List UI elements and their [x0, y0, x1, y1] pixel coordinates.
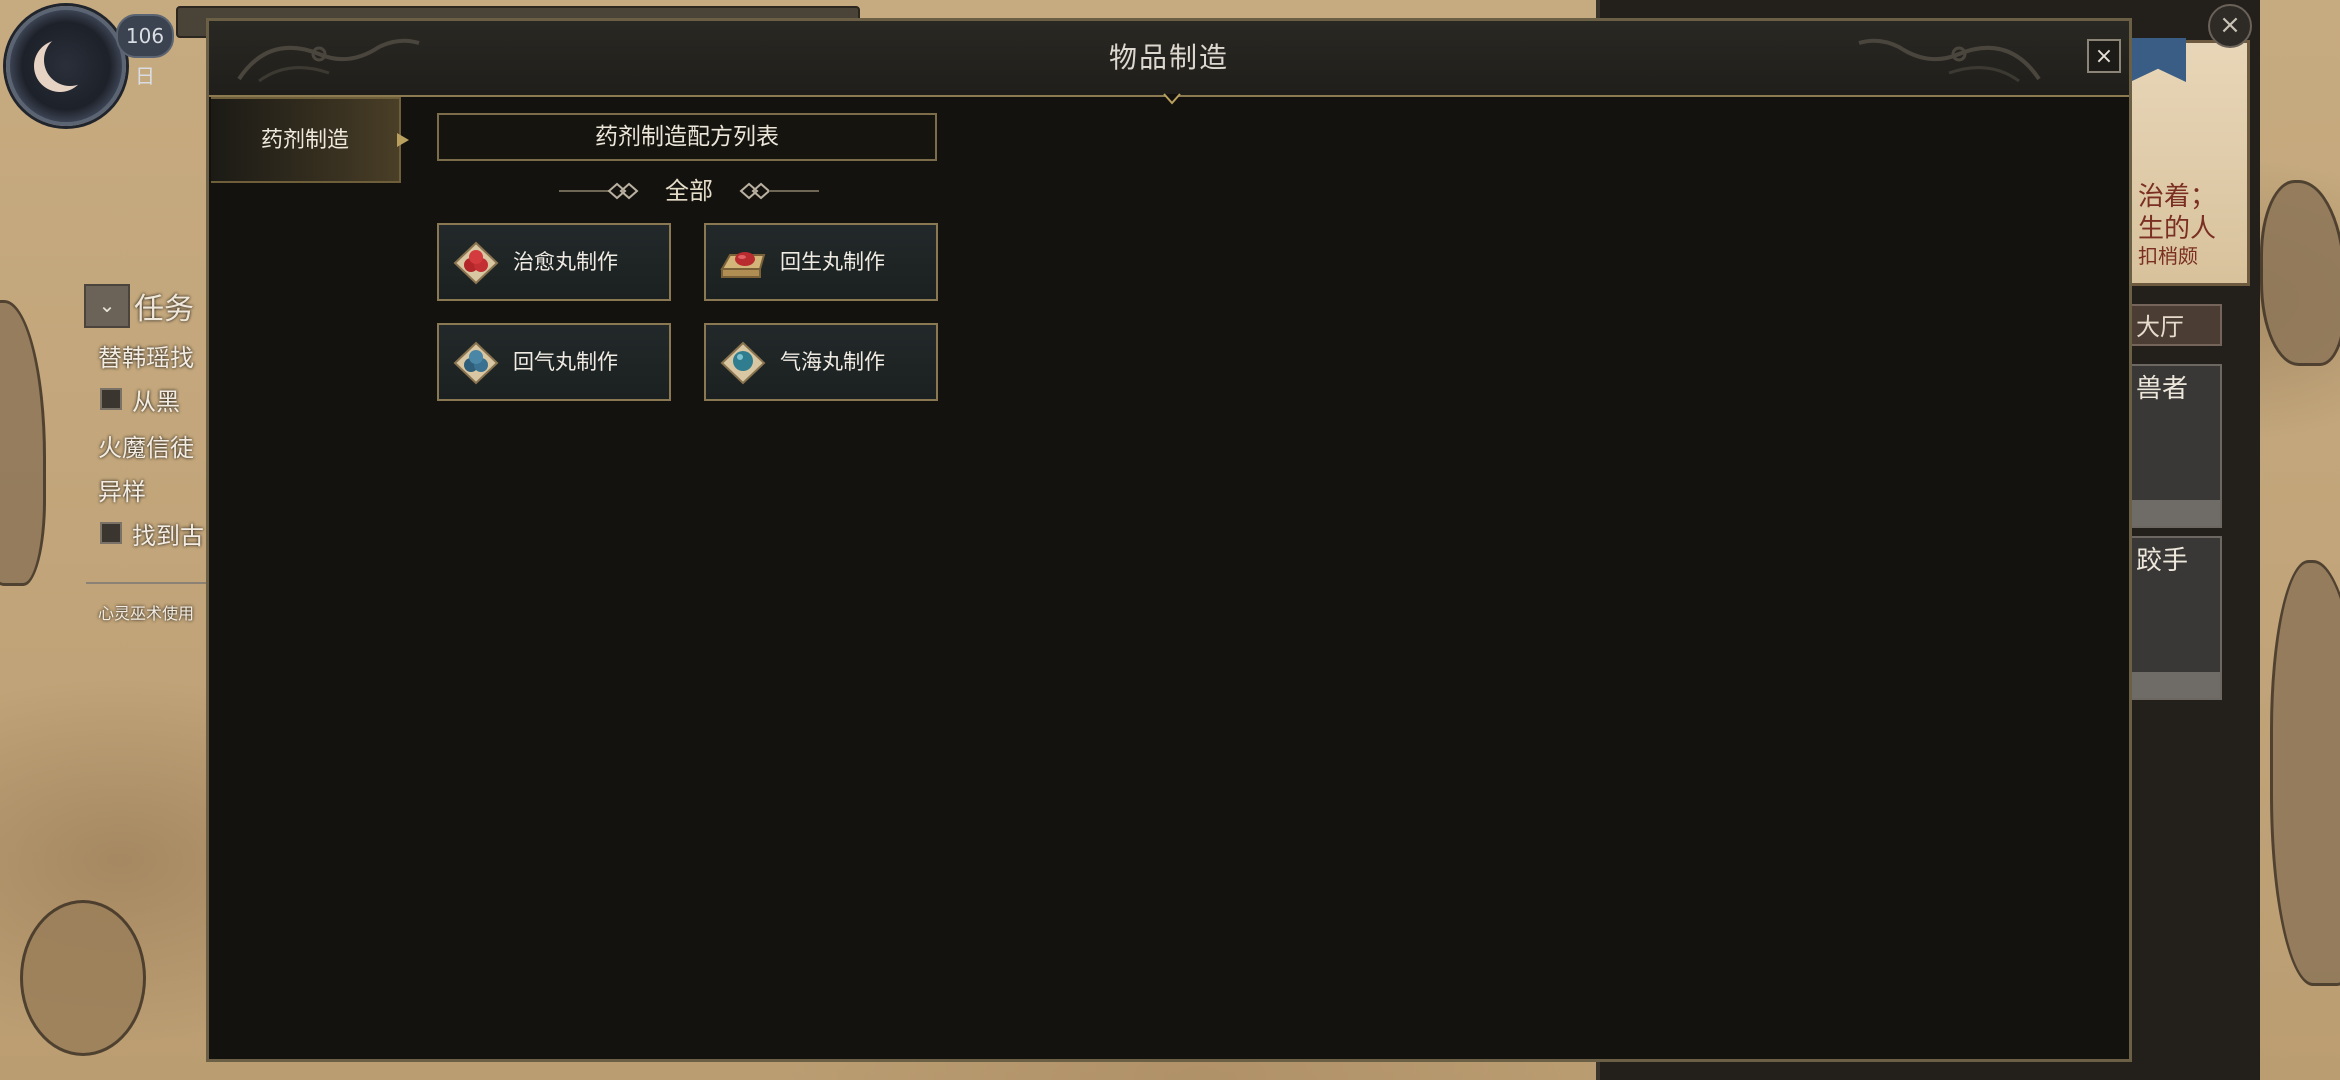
recipe-label: 气海丸制作: [780, 350, 885, 374]
parchment-text: 扣梢颇: [2138, 244, 2198, 268]
header-notch-icon: [1163, 93, 1181, 105]
quest-note: 心灵巫术使用: [98, 604, 195, 623]
quest-subtask[interactable]: 找到古: [132, 516, 204, 551]
quest-line[interactable]: 火魔信徒: [98, 428, 194, 463]
day-night-moon-indicator[interactable]: [6, 6, 126, 126]
quest-collapse-toggle[interactable]: ⌄: [84, 284, 130, 328]
red-pills-icon: [453, 241, 499, 285]
moon-icon: [44, 34, 96, 86]
tab-active-arrow-icon: [397, 133, 409, 147]
recipe-filter[interactable]: 全部: [559, 173, 819, 209]
side-card-label: 兽者: [2136, 374, 2189, 404]
recipe-label: 治愈丸制作: [513, 250, 618, 274]
dialog-title: 物品制造: [1108, 41, 1229, 74]
recipe-card-healing-pill[interactable]: 治愈丸制作: [437, 223, 671, 301]
day-counter: 106日: [116, 14, 174, 88]
hall-tab[interactable]: 大厅: [2122, 304, 2222, 346]
filter-right-ornament-icon: [739, 182, 819, 200]
close-circle-icon[interactable]: ×: [2208, 4, 2252, 48]
quest-divider: [86, 582, 206, 584]
quest-checkbox[interactable]: [100, 388, 122, 410]
recipe-list-header: 药剂制造配方列表: [437, 113, 937, 161]
red-pill-box-icon: [720, 252, 766, 278]
blue-pills-icon: [453, 341, 499, 385]
side-card-label: 跤手: [2136, 546, 2189, 576]
recipe-label: 回气丸制作: [513, 350, 618, 374]
dialog-header: 物品制造 ×: [209, 21, 2129, 97]
rock-decoration: [0, 300, 46, 586]
recipe-card-qi-sea-pill[interactable]: 气海丸制作: [704, 323, 938, 401]
rock-decoration: [20, 900, 146, 1056]
recipe-card-revival-pill[interactable]: 回生丸制作: [704, 223, 938, 301]
close-button[interactable]: ×: [2087, 39, 2121, 73]
quest-line[interactable]: 异样: [98, 472, 146, 507]
recipe-card-qi-restore-pill[interactable]: 回气丸制作: [437, 323, 671, 401]
quest-checkbox[interactable]: [100, 522, 122, 544]
recipe-label: 回生丸制作: [780, 250, 885, 274]
item-crafting-dialog: 物品制造 × 药剂制造 药剂制造配方列表 全部 治愈丸制作 回生丸制作 回气丸制…: [206, 18, 2132, 1062]
tab-potion-crafting[interactable]: 药剂制造: [211, 97, 401, 183]
rock-decoration: [2260, 180, 2340, 366]
blue-pill-icon: [720, 341, 766, 385]
quest-panel-title: 任务: [134, 292, 194, 327]
quest-subtask[interactable]: 从黑: [132, 382, 180, 417]
quest-line[interactable]: 替韩瑶找: [98, 338, 194, 373]
rock-decoration: [2270, 560, 2340, 986]
